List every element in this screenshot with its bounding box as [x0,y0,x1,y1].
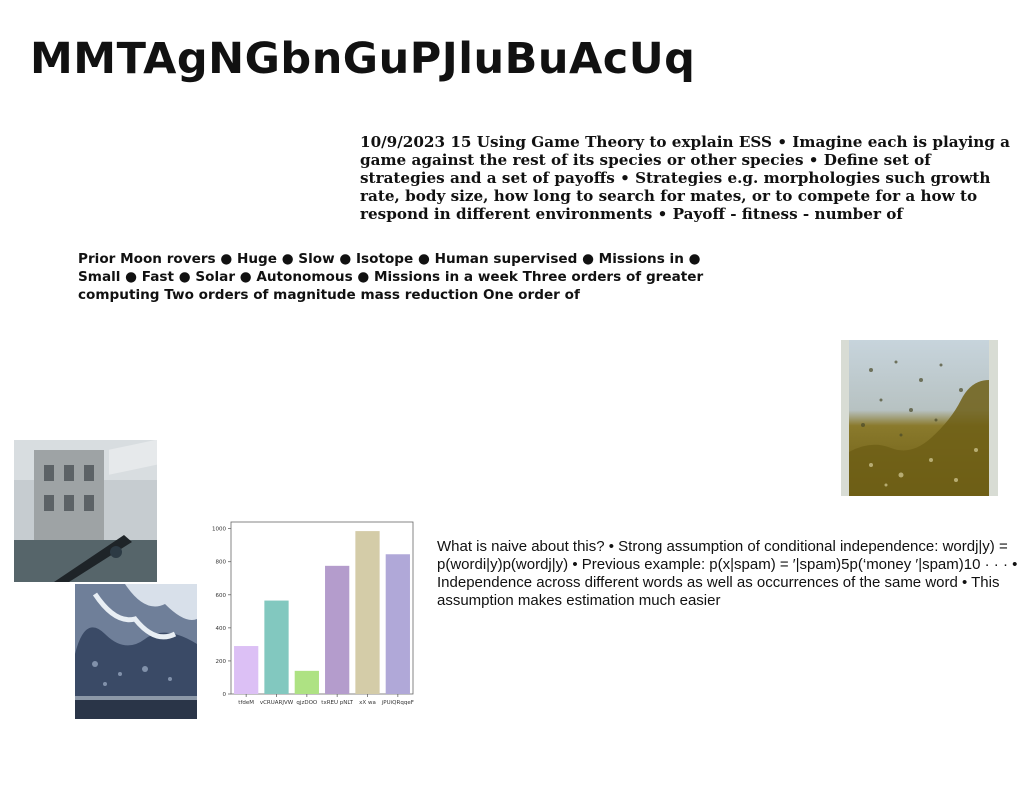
waterfall-photo [75,584,197,719]
y-tick-label: 0 [223,692,227,698]
x-tick-label: jPUiQRqqeF [381,700,414,706]
page-title: MMTAgNGbnGuPJluBuAcUq [30,34,696,84]
bar-chart-svg: 0 200 400 600 800 1000 tfdeM vCRUARJVW qjzDOO txR… [212,521,414,706]
y-tick-label: 1000 [212,527,226,533]
bar [325,565,350,694]
x-tick-label: qjzDOO [296,700,317,706]
building-photo [14,440,157,582]
y-tick-label: 800 [216,560,227,566]
x-tick-label: txREU pNLT [321,700,353,706]
x-tick-label: vCRUARJVW [260,700,294,706]
naive-bayes-text: What is naive about this? • Strong assum… [437,538,1018,609]
y-tick-label: 200 [216,659,227,665]
y-tick-label: 600 [216,593,227,599]
bar-chart: 0 200 400 600 800 1000 tfdeM vCRUARJVW qjzDOO txR… [200,516,425,712]
bar [264,600,289,694]
bar [234,646,259,694]
y-tick-label: 400 [216,626,227,632]
bar [294,670,319,694]
moon-rovers-text: Prior Moon rovers ● Huge ● Slow ● Isotop… [78,251,704,303]
x-tick-label: tfdeM [238,700,254,706]
bar [385,554,410,694]
liquid-photo [841,340,998,496]
x-tick-label: xX wa [359,700,376,706]
bar [355,531,380,694]
game-theory-text: 10/9/2023 15 Using Game Theory to explai… [360,133,1011,223]
